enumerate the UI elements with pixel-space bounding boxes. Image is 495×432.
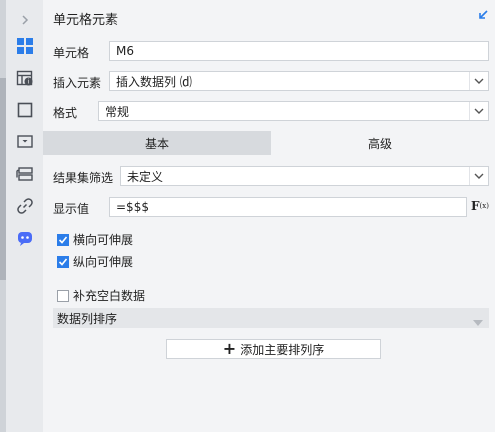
- format-label: 格式: [53, 106, 78, 120]
- display-value-input[interactable]: =$$$: [109, 197, 467, 217]
- expand-horizontal-checkbox[interactable]: 横向可伸展: [57, 231, 133, 248]
- triangle-down-icon: [473, 315, 483, 329]
- hyperlink-icon[interactable]: [6, 192, 43, 220]
- insert-element-select[interactable]: 插入数据列 ⒟: [109, 71, 489, 91]
- panel-title: 单元格元素: [53, 13, 119, 28]
- tab-advanced[interactable]: 高级: [271, 131, 489, 155]
- expand-arrow-icon[interactable]: [477, 9, 489, 24]
- checkbox-checked-icon[interactable]: [57, 255, 69, 268]
- cell-element-icon[interactable]: [6, 32, 43, 60]
- tab-bar: 基本 高级: [43, 131, 489, 155]
- chat-bot-icon[interactable]: [6, 224, 43, 252]
- expand-horizontal-label: 横向可伸展: [73, 233, 134, 247]
- widget-icon[interactable]: [6, 128, 43, 156]
- add-primary-sort-button[interactable]: + 添加主要排列序: [166, 339, 381, 359]
- sidebar: i: [6, 0, 43, 432]
- cell-element-panel: 单元格元素 单元格 M6 插入元素 插入数据列 ⒟ 格式 常规 基本 高级 结果…: [43, 0, 495, 432]
- format-value: 常规: [105, 104, 130, 119]
- expand-vertical-checkbox[interactable]: 纵向可伸展: [57, 253, 133, 270]
- add-primary-sort-label: 添加主要排列序: [240, 342, 325, 357]
- tab-basic[interactable]: 基本: [43, 131, 271, 155]
- result-filter-value: 未定义: [127, 169, 164, 184]
- collapse-chevron-icon[interactable]: [6, 6, 43, 34]
- display-value-label: 显示值: [53, 202, 90, 216]
- insert-element-value: 插入数据列 ⒟: [116, 74, 192, 89]
- chevron-down-icon: [469, 72, 488, 90]
- display-value: =$$$: [116, 200, 149, 214]
- plus-icon: +: [222, 339, 237, 358]
- checkbox-checked-icon[interactable]: [57, 233, 69, 246]
- format-select[interactable]: 常规: [98, 101, 489, 121]
- fill-blank-data-checkbox[interactable]: 补充空白数据: [57, 287, 145, 304]
- checkbox-unchecked-icon[interactable]: [57, 289, 69, 302]
- fill-blank-data-label: 补充空白数据: [73, 289, 146, 303]
- insert-element-label: 插入元素: [53, 76, 102, 90]
- expand-vertical-label: 纵向可伸展: [73, 255, 134, 269]
- cell-properties-icon[interactable]: i: [6, 64, 43, 92]
- data-column-sort-section[interactable]: 数据列排序: [53, 308, 489, 328]
- cell-input[interactable]: M6: [109, 41, 489, 61]
- result-filter-label: 结果集筛选: [53, 171, 114, 185]
- chevron-down-icon: [469, 102, 488, 120]
- cell-border-icon[interactable]: [6, 96, 43, 124]
- chevron-down-icon: [469, 167, 488, 185]
- cell-label: 单元格: [53, 46, 90, 60]
- panel-header: 单元格元素: [43, 0, 495, 34]
- condition-icon[interactable]: [6, 160, 43, 188]
- result-filter-select[interactable]: 未定义: [120, 166, 489, 186]
- cell-value: M6: [116, 44, 134, 58]
- data-column-sort-label: 数据列排序: [57, 311, 118, 326]
- formula-fx-icon[interactable]: F (x): [471, 197, 489, 215]
